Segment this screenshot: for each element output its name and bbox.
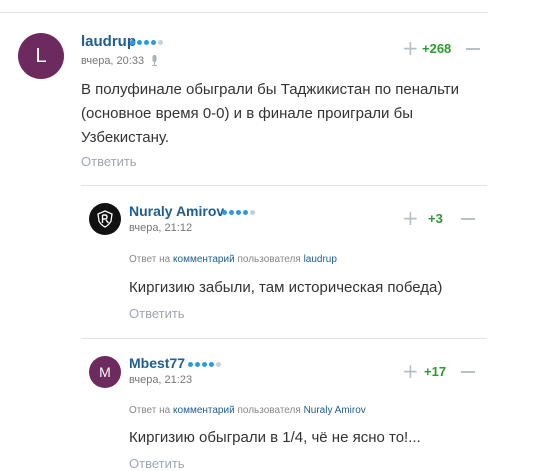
- reply-context-mid: пользователя: [237, 254, 301, 265]
- reply-context-mid: пользователя: [237, 405, 301, 416]
- reply-button[interactable]: Ответить: [129, 306, 185, 321]
- downvote-button[interactable]: [458, 365, 478, 379]
- parent-user-link[interactable]: Nuraly Amirov: [304, 405, 366, 416]
- timestamp: вчера, 21:12: [129, 222, 193, 234]
- timestamp: вчера, 21:23: [129, 374, 193, 386]
- upvote-button[interactable]: +: [402, 38, 419, 58]
- divider: [81, 338, 487, 339]
- comment-text: Киргизию забыли, там историческая победа…: [129, 279, 443, 296]
- divider: [81, 185, 487, 186]
- minus-icon: [461, 371, 475, 373]
- rank-dots: [188, 362, 221, 367]
- avatar[interactable]: M: [89, 356, 121, 388]
- reply-context: Ответ на комментарий пользователя laudru…: [129, 254, 337, 265]
- rank-dots: [222, 210, 255, 215]
- username[interactable]: Nuraly Amirov: [129, 203, 224, 219]
- reply-context-prefix: Ответ на: [129, 405, 171, 416]
- divider: [0, 12, 487, 13]
- username[interactable]: Mbest77: [129, 355, 185, 371]
- parent-comment-link[interactable]: комментарий: [173, 405, 235, 416]
- team-crest-icon: [97, 210, 113, 228]
- avatar[interactable]: L: [18, 33, 64, 79]
- reply-context: Ответ на комментарий пользователя Nuraly…: [129, 405, 366, 416]
- vote-score: +268: [422, 41, 452, 56]
- vote-score: +3: [428, 211, 443, 226]
- microphone-icon: [152, 55, 157, 66]
- comment-text: Киргизию обыграли в 1/4, чё не ясно то!.…: [129, 429, 421, 446]
- avatar-letter: M: [99, 364, 111, 380]
- timestamp: вчера, 20:33: [81, 55, 145, 67]
- upvote-button[interactable]: +: [402, 208, 419, 228]
- upvote-button[interactable]: +: [402, 361, 419, 381]
- reply-context-prefix: Ответ на: [129, 254, 171, 265]
- rank-dots: [130, 40, 163, 45]
- reply-button[interactable]: Ответить: [81, 154, 137, 169]
- downvote-button[interactable]: [463, 42, 483, 56]
- parent-user-link[interactable]: laudrup: [304, 254, 337, 265]
- minus-icon: [461, 218, 475, 220]
- vote-score: +17: [424, 364, 447, 379]
- minus-icon: [466, 48, 480, 50]
- avatar-letter: L: [35, 44, 47, 67]
- avatar[interactable]: [89, 203, 121, 235]
- username[interactable]: laudrup: [81, 33, 136, 50]
- parent-comment-link[interactable]: комментарий: [173, 254, 235, 265]
- comment-text: В полуфинале обыграли бы Таджикистан по …: [81, 81, 460, 146]
- downvote-button[interactable]: [458, 212, 478, 226]
